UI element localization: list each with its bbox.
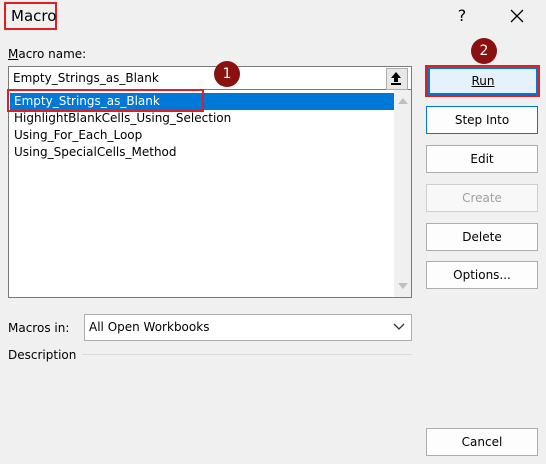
list-item[interactable]: Using_For_Each_Loop [10,127,142,144]
edit-button[interactable]: Edit [426,145,538,173]
run-button-label: Run [471,74,495,88]
macro-name-input-box[interactable] [8,66,412,90]
scroll-up-icon[interactable] [398,98,408,104]
dialog-title: Macro [4,2,57,30]
list-item[interactable]: Using_SpecialCells_Method [10,144,177,161]
list-item[interactable]: HighlightBlankCells_Using_Selection [10,110,231,127]
macro-name-label-rest: acro name: [18,47,87,61]
macro-name-input[interactable] [13,68,381,88]
select-macro-button[interactable] [386,68,408,90]
description-label: Description [8,348,77,362]
close-icon[interactable] [503,4,531,28]
delete-button[interactable]: Delete [426,223,538,251]
list-scrollbar[interactable] [394,90,411,297]
help-icon[interactable]: ? [451,4,473,28]
cancel-button[interactable]: Cancel [426,428,538,456]
macros-in-value: All Open Workbooks [89,320,210,334]
annotation-highlight-selected-macro [7,89,204,112]
annotation-badge-1: 1 [214,61,240,87]
step-into-button[interactable]: Step Into [426,106,538,134]
scroll-down-icon[interactable] [398,283,408,289]
annotation-badge-2: 2 [471,38,497,64]
chevron-down-icon[interactable] [393,315,405,340]
macros-in-label: Macros in: [8,321,70,335]
create-button[interactable]: Create [426,184,538,212]
run-button[interactable]: Run [428,67,538,95]
close-x-glyph [510,9,524,23]
macros-in-select[interactable]: All Open Workbooks [84,314,412,341]
description-divider [82,354,412,355]
chevron-glyph [393,323,405,330]
macro-name-label: Macro name: [8,47,87,61]
macro-list[interactable]: Empty_Strings_as_Blank HighlightBlankCel… [8,90,412,298]
upload-arrow-icon [391,72,401,85]
options-button[interactable]: Options... [426,261,538,289]
